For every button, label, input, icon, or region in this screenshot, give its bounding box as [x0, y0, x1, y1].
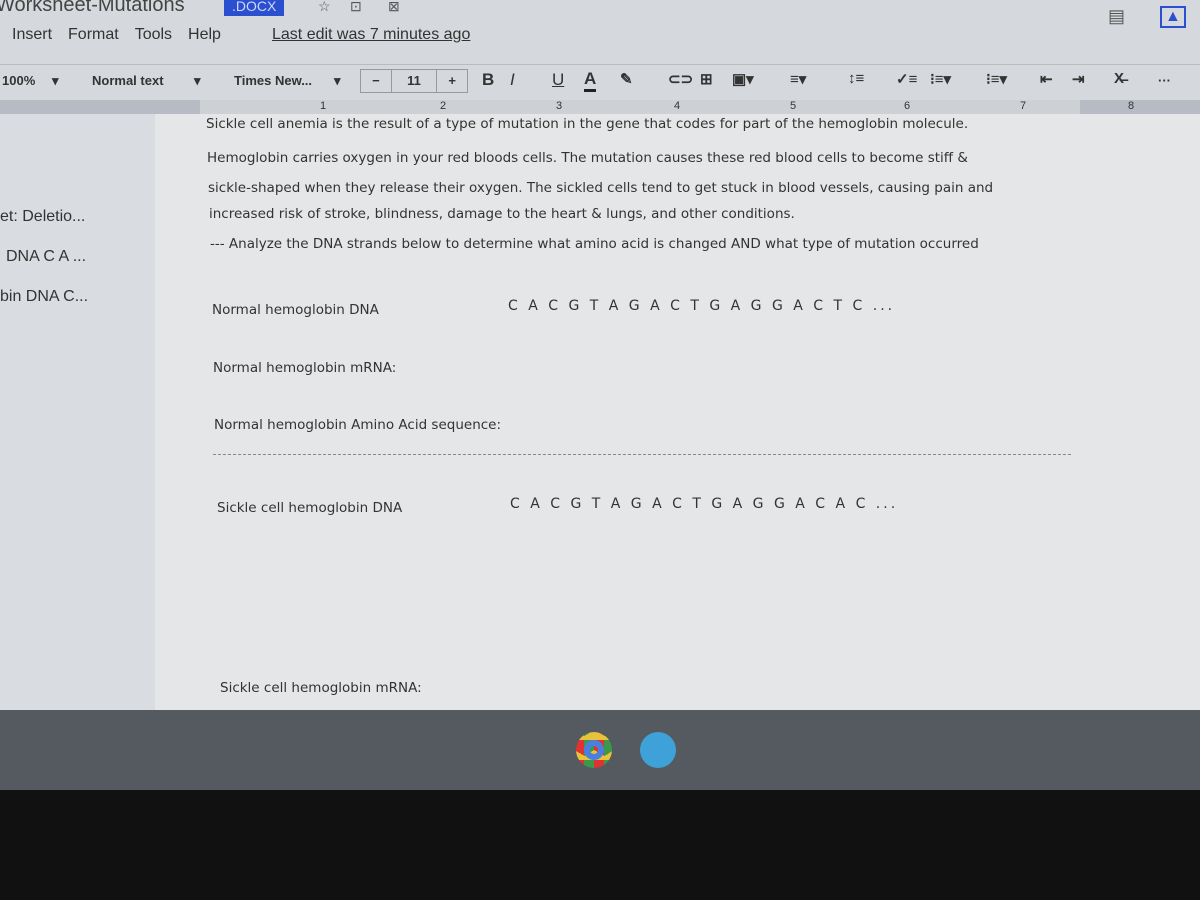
meet-icon[interactable]	[640, 732, 676, 768]
align-icon[interactable]: ≡▾	[790, 70, 806, 88]
present-icon[interactable]: ▲	[1160, 6, 1186, 28]
comment-add-icon[interactable]: ⊞	[700, 70, 713, 88]
toolbar: 100% ▾ Normal text ▾ Times New... ▾ − 11…	[0, 64, 1200, 96]
font-select[interactable]: Times New...	[234, 73, 312, 88]
menu-help[interactable]: Help	[188, 26, 221, 44]
docx-badge: .DOCX	[224, 0, 285, 16]
decrease-font-button[interactable]: −	[361, 70, 392, 92]
divider	[213, 454, 1071, 455]
text-color-button[interactable]: A	[584, 69, 597, 92]
normal-mrna-label: Normal hemoglobin mRNA:	[213, 360, 397, 376]
paragraph-line: increased risk of stroke, blindness, dam…	[209, 206, 795, 222]
menu-tools[interactable]: Tools	[135, 26, 172, 44]
paragraph-line: sickle-shaped when they release their ox…	[208, 180, 994, 196]
menu-bar: Insert Format Tools Help	[12, 26, 221, 44]
taskbar	[0, 710, 1200, 790]
sickle-dna-label: Sickle cell hemoglobin DNA	[217, 500, 403, 516]
font-size-input[interactable]: 11	[392, 70, 438, 92]
decrease-indent-icon[interactable]: ⇤	[1040, 70, 1053, 88]
normal-amino-acid-label: Normal hemoglobin Amino Acid sequence:	[214, 417, 502, 433]
font-size-stepper: − 11 +	[360, 69, 468, 93]
bullet-list-icon[interactable]: ⁝≡▾	[930, 70, 951, 88]
zoom-select[interactable]: 100%	[2, 73, 35, 88]
paragraph-line: --- Analyze the DNA strands below to det…	[210, 236, 979, 252]
underline-button[interactable]: U	[552, 70, 564, 90]
outline-item[interactable]: bin DNA C...	[0, 288, 88, 306]
paragraph-line: Sickle cell anemia is the result of a ty…	[206, 116, 969, 132]
last-edit-link[interactable]: Last edit was 7 minutes ago	[272, 26, 470, 44]
bold-button[interactable]: B	[482, 70, 494, 90]
outline-item[interactable]: et: Deletio...	[0, 208, 85, 226]
paragraph-line: Hemoglobin carries oxygen in your red bl…	[207, 150, 968, 166]
ruler-mark: 4	[674, 100, 681, 112]
star-icon[interactable]: ☆	[318, 0, 331, 15]
sickle-dna-sequence: C A C G T A G A C T G A G G A C A C ...	[510, 496, 899, 512]
document-page[interactable]	[155, 114, 1200, 710]
docs-header: Worksheet-Mutations .DOCX ☆ ⊡ ⊠ ▤ ▲ Inse…	[0, 0, 1200, 100]
cloud-status-icon[interactable]: ⊠	[388, 0, 400, 15]
chrome-icon[interactable]	[576, 732, 612, 768]
normal-dna-sequence: C A C G T A G A C T G A G G A C T C ...	[508, 298, 896, 314]
style-select[interactable]: Normal text	[92, 73, 164, 88]
link-icon[interactable]: ⊂⊃	[668, 70, 693, 88]
ruler-mark: 7	[1020, 100, 1027, 112]
chevron-down-icon: ▾	[194, 73, 201, 88]
menu-insert[interactable]: Insert	[12, 26, 52, 44]
document-area: et: Deletio... DNA C A ... bin DNA C... …	[0, 114, 1200, 710]
increase-font-button[interactable]: +	[437, 70, 467, 92]
ruler-mark: 1	[320, 100, 327, 112]
italic-button[interactable]: I	[510, 70, 515, 90]
ruler-mark: 5	[790, 100, 797, 112]
comments-icon[interactable]: ▤	[1108, 6, 1125, 27]
checklist-icon[interactable]: ✓≡	[896, 70, 917, 88]
chevron-down-icon: ▾	[52, 73, 59, 88]
ruler[interactable]: 1 2 3 4 5 6 7 8	[0, 100, 1200, 114]
numbered-list-icon[interactable]: ⁝≡▾	[986, 70, 1007, 88]
document-title[interactable]: Worksheet-Mutations	[0, 0, 185, 17]
ruler-mark: 6	[904, 100, 911, 112]
move-icon[interactable]: ⊡	[350, 0, 362, 15]
highlight-icon[interactable]: ✎	[620, 70, 633, 88]
clear-format-icon[interactable]: X̶	[1114, 70, 1124, 87]
ruler-mark: 2	[440, 100, 447, 112]
line-spacing-icon[interactable]: ↕≡	[848, 70, 864, 87]
image-icon[interactable]: ▣▾	[732, 70, 754, 88]
normal-dna-label: Normal hemoglobin DNA	[212, 302, 379, 318]
sickle-mrna-label: Sickle cell hemoglobin mRNA:	[220, 680, 422, 696]
chevron-down-icon: ▾	[334, 73, 341, 88]
outline-item[interactable]: DNA C A ...	[6, 248, 86, 266]
increase-indent-icon[interactable]: ⇥	[1072, 70, 1085, 88]
ruler-mark: 8	[1128, 100, 1135, 112]
menu-format[interactable]: Format	[68, 26, 119, 44]
more-button[interactable]: ···	[1158, 73, 1171, 88]
ruler-mark: 3	[556, 100, 563, 112]
